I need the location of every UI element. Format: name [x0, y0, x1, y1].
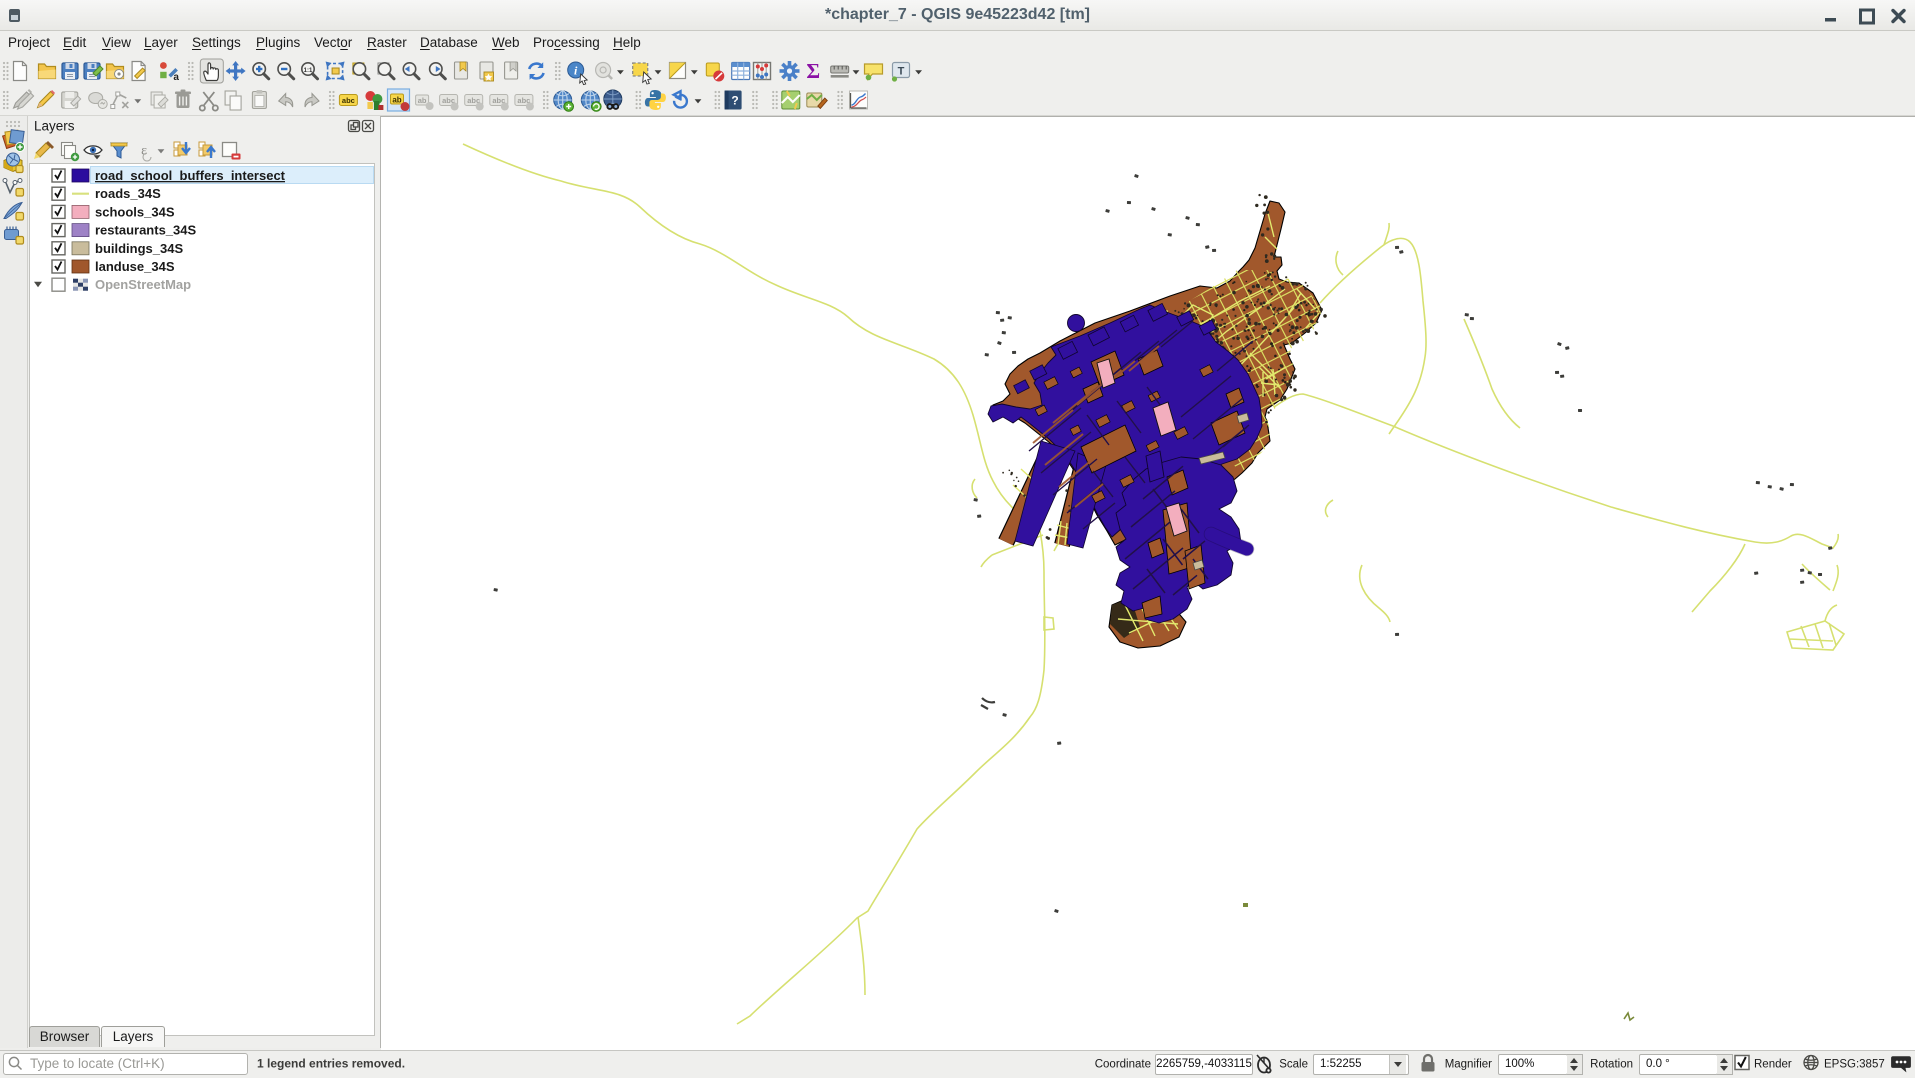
svg-text:road_school_buffers_intersect: road_school_buffers_intersect	[95, 168, 286, 183]
svg-text:1:1: 1:1	[304, 68, 313, 74]
svg-text:Render: Render	[1754, 1059, 1792, 1071]
svg-text:Coordinate: Coordinate	[1095, 1059, 1151, 1071]
svg-text:Magnifier: Magnifier	[1445, 1059, 1492, 1071]
svg-text:1 legend entries removed.: 1 legend entries removed.	[257, 1057, 405, 1071]
svg-text:restaurants_34S: restaurants_34S	[95, 223, 196, 238]
svg-text:OpenStreetMap: OpenStreetMap	[95, 277, 191, 292]
svg-text:landuse_34S: landuse_34S	[95, 259, 175, 274]
svg-text:?: ?	[731, 94, 738, 108]
svg-text:Type to locate (Ctrl+K): Type to locate (Ctrl+K)	[30, 1056, 165, 1071]
svg-text:buildings_34S: buildings_34S	[95, 241, 183, 256]
svg-text:ab: ab	[392, 96, 401, 105]
svg-text:roads_34S: roads_34S	[95, 186, 161, 201]
svg-text:Σ: Σ	[806, 59, 820, 83]
svg-text:ab: ab	[418, 96, 427, 105]
svg-text:a: a	[173, 72, 179, 83]
svg-text:schools_34S: schools_34S	[95, 204, 175, 219]
svg-text:EPSG:3857: EPSG:3857	[1824, 1059, 1885, 1071]
svg-text:Scale: Scale	[1279, 1059, 1308, 1071]
svg-text:Rotation: Rotation	[1590, 1059, 1633, 1071]
svg-text:T: T	[898, 66, 905, 78]
